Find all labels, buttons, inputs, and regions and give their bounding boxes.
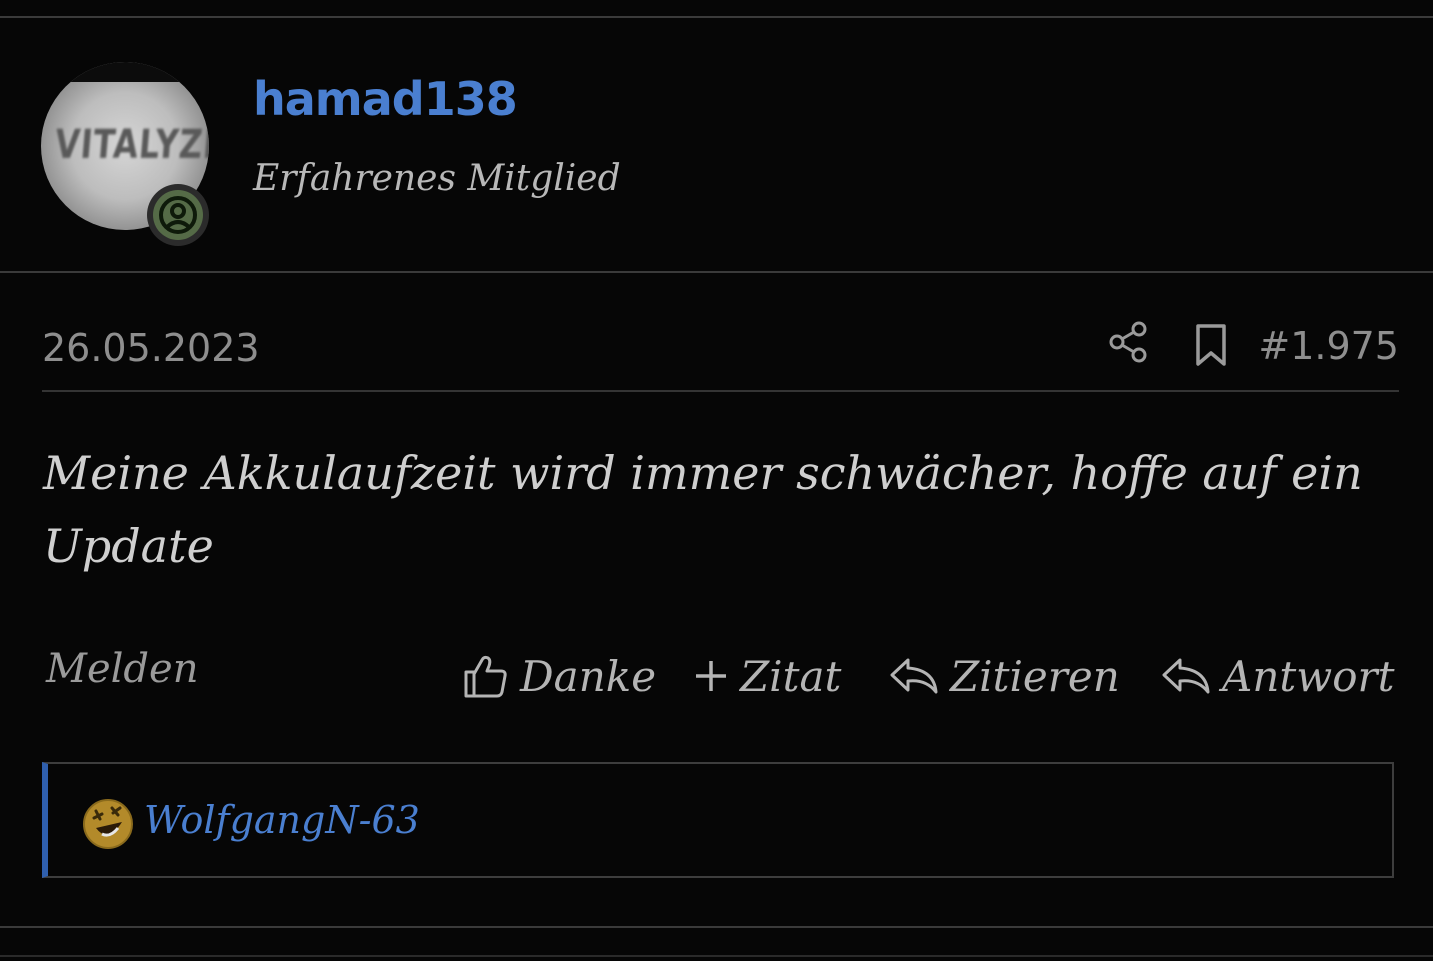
- bottom-divider-secondary: [0, 955, 1433, 957]
- reactions-bar[interactable]: WolfgangN-63: [42, 762, 1394, 878]
- top-divider: [0, 16, 1433, 18]
- username-link[interactable]: hamad138: [253, 72, 518, 126]
- thanks-button[interactable]: Danke: [462, 646, 656, 706]
- avatar-band: [41, 62, 209, 82]
- user-divider: [0, 271, 1433, 273]
- thumbs-up-icon: [464, 655, 507, 698]
- user-title: Erfahrenes Mitglied: [253, 158, 621, 199]
- share-icon[interactable]: [1107, 320, 1151, 364]
- thanks-label: Danke: [520, 651, 657, 701]
- post-actions: Melden Danke Zitat Zitieren Antwort: [0, 640, 1433, 710]
- reply-arrow-icon: [890, 658, 938, 694]
- post-number-link[interactable]: #1.975: [1258, 324, 1399, 368]
- multi-quote-button[interactable]: Zitat: [692, 646, 841, 706]
- plus-icon: [696, 661, 726, 691]
- quote-label: Zitieren: [950, 651, 1120, 701]
- rolling-on-floor-laughing-icon: [83, 799, 133, 849]
- quote-button[interactable]: Zitieren: [888, 646, 1120, 706]
- user-circle-icon: [159, 196, 197, 234]
- bookmark-icon[interactable]: [1191, 322, 1231, 368]
- avatar-text: VITALYZD: [53, 122, 209, 168]
- bottom-divider: [0, 926, 1433, 928]
- meta-divider: [42, 390, 1399, 392]
- report-link[interactable]: Melden: [46, 646, 198, 692]
- reply-label: Antwort: [1222, 651, 1395, 701]
- reactor-link[interactable]: WolfgangN-63: [144, 798, 420, 842]
- reply-button[interactable]: Antwort: [1160, 646, 1394, 706]
- post-body: Meine Akkulaufzeit wird immer schwächer,…: [43, 446, 1363, 573]
- online-status-badge: [147, 184, 209, 246]
- post-date[interactable]: 26.05.2023: [42, 326, 260, 370]
- multi-quote-label: Zitat: [740, 651, 842, 701]
- reply-arrow-icon: [1162, 658, 1210, 694]
